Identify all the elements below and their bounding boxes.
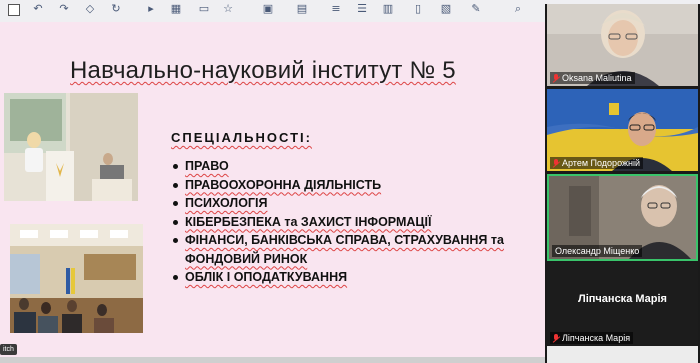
list-item: ФІНАНСИ, БАНКІВСЬКА СПРАВА, СТРАХУВАННЯ … [172,231,532,268]
undo-icon[interactable]: ↶ [32,3,44,15]
photo-auditorium [10,224,143,333]
participant-name: Олександр Міщенко [555,246,640,256]
slide-title: Навчально-науковий інститут № 5 [70,57,456,85]
participant-name-tag: Олександр Міщенко [552,245,643,257]
list-item: ПРАВООХОРОННА ДІЯЛЬНІСТЬ [172,176,532,195]
participant-name-tag: Артем Подорожній [550,157,643,169]
mic-muted-icon [553,74,559,82]
presentation-toolbar: ↶ ↷ ◇ ↻ ▸ ▦ ▭ ☆ ▣ ▤ ≡ ☰ ▥ ▯ ▧ ✎ ⌕ [0,0,545,23]
specialty-law-enforcement: ПРАВООХОРОННА ДІЯЛЬНІСТЬ [185,177,382,192]
participant-tile[interactable]: Oksana Malіutina [547,4,698,86]
list-icon[interactable]: ☰ [356,3,368,15]
specialty-cybersecurity: КІБЕРБЕЗПЕКА та ЗАХИСТ ІНФОРМАЦІЇ [185,214,432,229]
grid-icon[interactable]: ▦ [170,3,182,15]
participant-tile[interactable]: Артем Подорожній [547,89,698,171]
text-icon[interactable]: ▯ [412,3,424,15]
zoom-icon[interactable]: ⌕ [512,3,524,15]
paragraph-icon[interactable]: ≡ [330,3,342,15]
specialty-finance: ФІНАНСИ, БАНКІВСЬКА СПРАВА, СТРАХУВАННЯ … [185,233,504,266]
list-item: ПСИХОЛОГІЯ [172,194,532,213]
mic-muted-icon [553,159,559,167]
shape-icon[interactable]: ◇ [84,3,96,15]
specialty-law: ПРАВО [185,159,229,173]
rotate-icon[interactable]: ↻ [110,3,122,15]
star-icon[interactable]: ☆ [222,3,234,15]
list-item: ОБЛІК І ОПОДАТКУВАННЯ [172,268,532,287]
specialties-heading-text: СПЕЦІАЛЬНОСТІ: [171,130,312,145]
list-item: ПРАВО [172,157,532,176]
participant-tile[interactable]: Ліпчанска Марія Ліпчанска Марія [547,263,698,346]
specialty-accounting: ОБЛІК І ОПОДАТКУВАННЯ [185,270,348,284]
participant-name: Oksana Malіutina [562,73,632,83]
panel-bottom-strip [547,346,698,363]
participant-name-tag: Oksana Malіutina [550,72,635,84]
participant-name: Артем Подорожній [562,158,640,168]
participant-center-label: Ліпчанска Марія [578,293,667,305]
mic-muted-icon [553,334,559,342]
specialties-list: ПРАВО ПРАВООХОРОННА ДІЯЛЬНІСТЬ ПСИХОЛОГІ… [172,157,532,287]
checkbox-icon[interactable] [8,4,20,16]
comment-icon[interactable]: ▭ [198,3,210,15]
participant-tile-active[interactable]: Олександр Міщенко [547,174,698,261]
redo-icon[interactable]: ↷ [58,3,70,15]
photo-lecture [4,93,138,201]
slide-stage: Навчально-науковий інститут № 5 СПЕЦІАЛЬ… [0,22,545,363]
draw-icon[interactable]: ✎ [470,3,482,15]
slide-title-text: Навчально-науковий інститут № 5 [70,57,456,84]
participant-name: Ліпчанска Марія [562,333,631,343]
specialty-psychology: ПСИХОЛОГІЯ [185,196,268,210]
layout-icon[interactable]: ▤ [296,3,308,15]
table-icon[interactable]: ▥ [382,3,394,15]
slide: Навчально-науковий інститут № 5 СПЕЦІАЛЬ… [0,22,545,357]
chart-icon[interactable]: ▧ [440,3,452,15]
cursor-icon[interactable]: ▸ [145,3,157,15]
participant-name-tag: Ліпчанска Марія [550,332,634,344]
list-item: КІБЕРБЕЗПЕКА та ЗАХИСТ ІНФОРМАЦІЇ [172,213,532,232]
specialties-heading: СПЕЦІАЛЬНОСТІ: [171,130,312,145]
stage-badge[interactable]: itch [0,344,17,355]
image-icon[interactable]: ▣ [262,3,274,15]
